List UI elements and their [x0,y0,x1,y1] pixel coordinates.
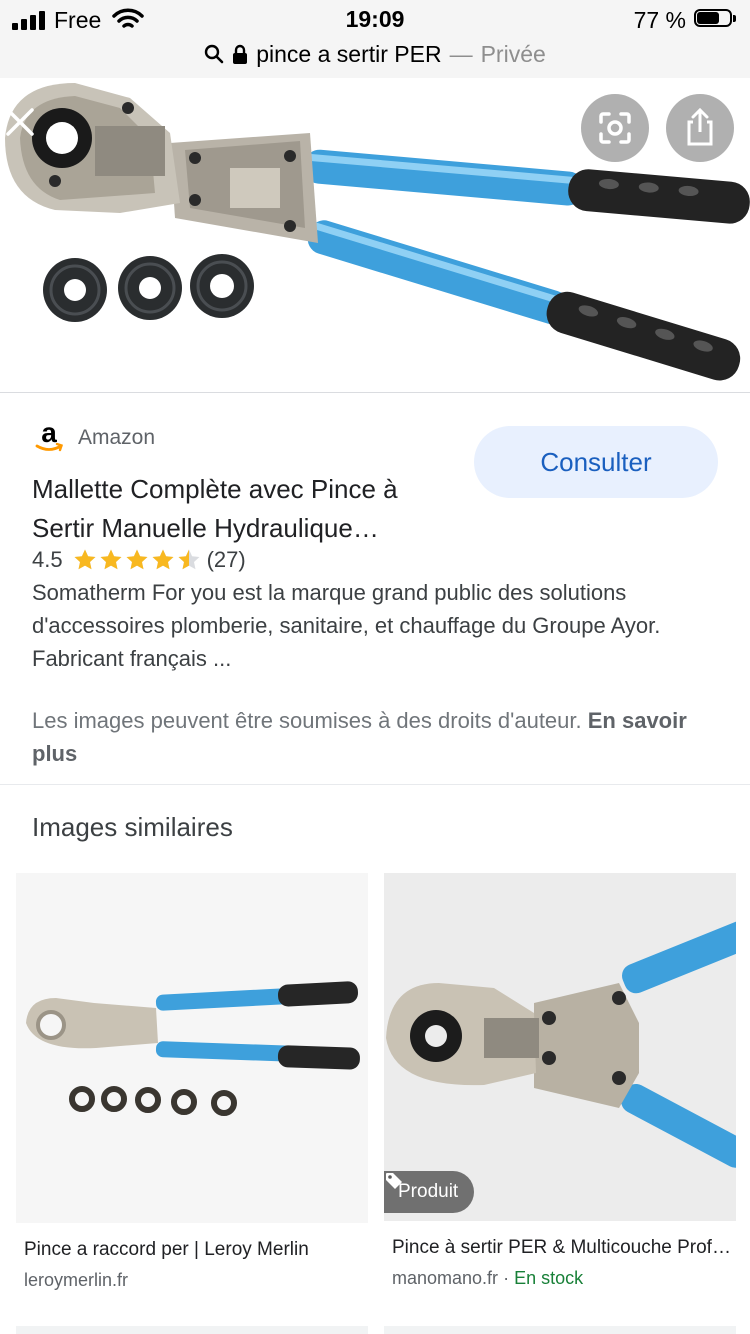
url-separator: — [449,41,473,67]
similar-image-domain: leroymerlin.fr [24,1270,129,1290]
search-icon [205,44,224,64]
similar-image-domain: manomano.fr · En stock [384,1268,736,1289]
battery-icon [694,9,738,29]
badge-label: Produit [398,1181,459,1202]
private-mode-label: Privée [480,41,546,67]
domain-separator: · [503,1268,510,1288]
next-row-peek [384,1326,736,1334]
consult-button[interactable]: Consulter [474,426,718,498]
amazon-logo-icon: a [35,420,64,452]
lens-button[interactable] [581,94,649,162]
copyright-text: Les images peuvent être soumises à des d… [32,708,582,733]
product-description: Somatherm For you est la marque grand pu… [32,580,661,671]
similar-image-card[interactable]: Produit Pince à sertir PER & Multicouche… [384,873,736,1289]
tag-icon [386,1173,402,1189]
similar-images-heading: Images similaires [32,812,233,842]
close-icon[interactable] [0,102,40,142]
copyright-notice: Les images peuvent être soumises à des d… [32,704,722,770]
lens-icon [599,112,631,144]
status-bar: Free 19:09 77 % [0,0,750,40]
rating-stars-icon [74,549,200,570]
similar-image-title[interactable]: Pince a raccord per | Leroy Merlin [16,1239,368,1261]
section-divider [0,784,750,785]
crimping-tool-thumbnail [384,873,736,1221]
rating-value: 4.5 [32,547,63,572]
share-icon [687,107,713,146]
crimping-tool-thumbnail [16,873,368,1223]
share-button[interactable] [666,94,734,162]
url-bar[interactable]: pince a sertir PER — Privée [0,40,750,78]
rating-row: 4.5 (27) [32,545,246,575]
similar-image-thumbnail[interactable] [16,873,368,1223]
stock-status: En stock [514,1268,584,1288]
svg-text:a: a [41,420,57,448]
product-title[interactable]: Mallette Complète avec Pince à Sertir Ma… [32,470,462,548]
next-row-peek [16,1326,368,1334]
lock-icon [233,44,248,64]
source-name[interactable]: Amazon [78,426,155,450]
url-query: pince a sertir PER [256,41,442,67]
product-image[interactable] [0,78,750,393]
product-badge: Produit [384,1171,475,1213]
review-count[interactable]: (27) [207,547,246,573]
similar-image-title[interactable]: Pince à sertir PER & Multicouche Profess… [384,1237,736,1259]
domain-text: manomano.fr [392,1268,499,1288]
similar-image-card[interactable]: Pince a raccord per | Leroy Merlin leroy… [16,873,368,1291]
similar-image-thumbnail[interactable]: Produit [384,873,736,1221]
battery-percentage: 77 % [633,7,686,33]
